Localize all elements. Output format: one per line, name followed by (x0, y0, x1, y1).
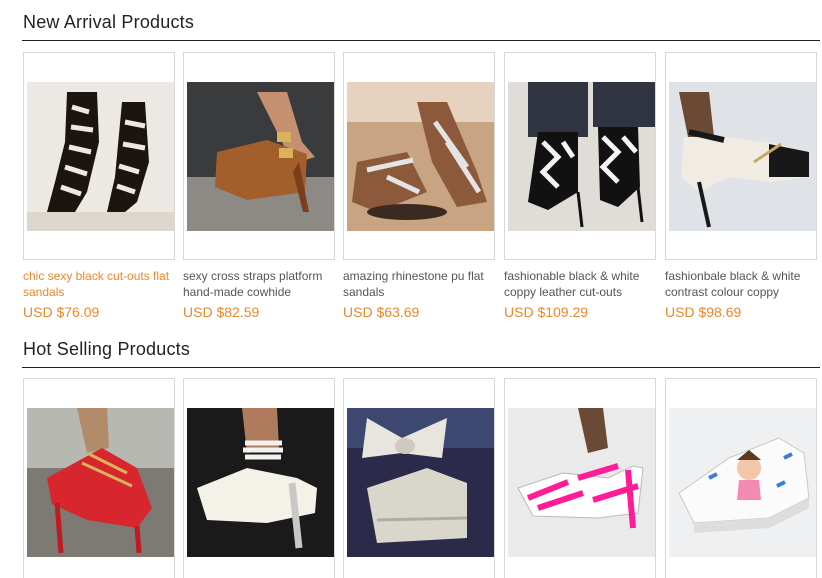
product-name-new-1[interactable]: chic sexy black cut-outs flat sandals (23, 268, 179, 300)
product-card-hot-2[interactable] (183, 378, 335, 578)
product-price-new-2: USD $82.59 (183, 304, 260, 320)
product-name-new-5[interactable]: fashionbale black & white contrast colou… (665, 268, 821, 300)
product-card-hot-1[interactable] (23, 378, 175, 578)
product-name-new-2[interactable]: sexy cross straps platform hand-made cow… (183, 268, 339, 300)
new-arrival-divider (22, 40, 820, 41)
product-image[interactable] (669, 82, 816, 231)
product-name-new-3[interactable]: amazing rhinestone pu flat sandals (343, 268, 499, 300)
product-image[interactable] (187, 82, 334, 231)
product-card-hot-3[interactable] (343, 378, 495, 578)
product-image[interactable] (187, 408, 334, 557)
product-price-new-1: USD $76.09 (23, 304, 100, 320)
product-name-new-4[interactable]: fashionable black & white coppy leather … (504, 268, 660, 300)
product-price-new-3: USD $63.69 (343, 304, 420, 320)
product-image[interactable] (508, 408, 655, 557)
product-card-new-3[interactable] (343, 52, 495, 260)
product-image[interactable] (27, 82, 174, 231)
product-image[interactable] (669, 408, 816, 557)
product-image[interactable] (508, 82, 655, 231)
product-image[interactable] (347, 82, 494, 231)
product-card-new-2[interactable] (183, 52, 335, 260)
product-card-new-5[interactable] (665, 52, 817, 260)
hot-selling-title: Hot Selling Products (23, 339, 191, 359)
product-card-hot-4[interactable] (504, 378, 656, 578)
product-card-new-4[interactable] (504, 52, 656, 260)
product-card-hot-5[interactable] (665, 378, 817, 578)
hot-selling-divider (22, 367, 820, 368)
product-price-new-4: USD $109.29 (504, 304, 589, 320)
product-image[interactable] (347, 408, 494, 557)
product-image[interactable] (27, 408, 174, 557)
product-card-new-1[interactable] (23, 52, 175, 260)
product-price-new-5: USD $98.69 (665, 304, 742, 320)
new-arrival-title: New Arrival Products (23, 12, 195, 32)
